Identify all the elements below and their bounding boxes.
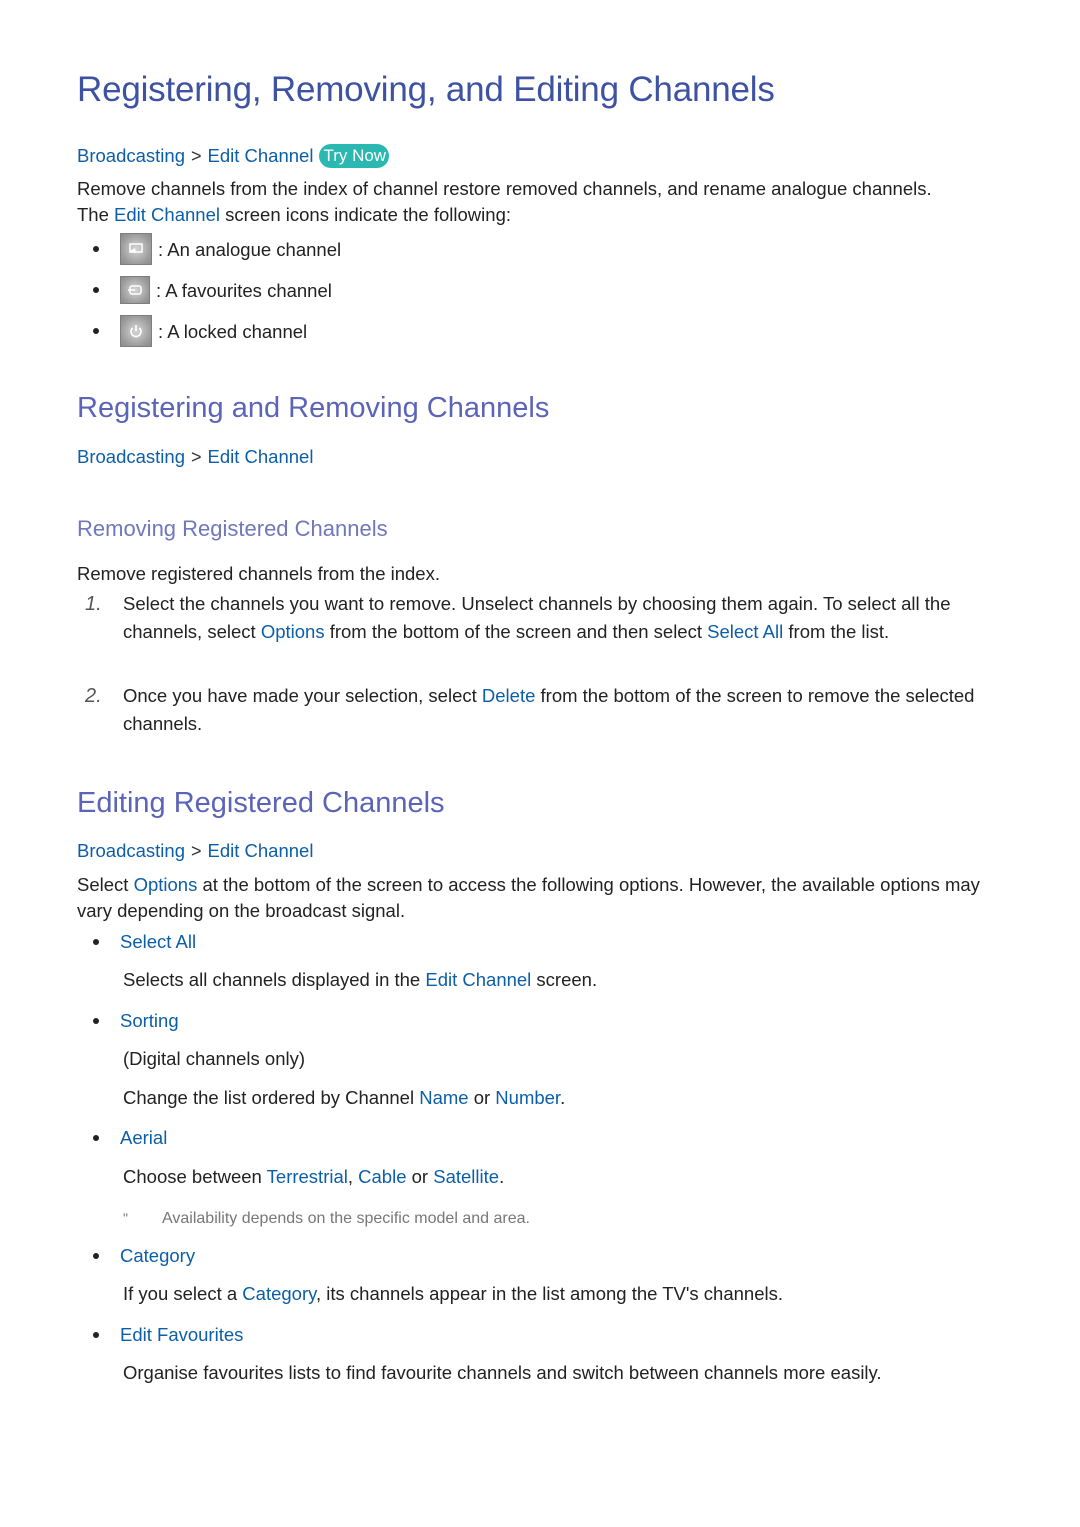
breadcrumb-broadcasting[interactable]: Broadcasting	[77, 446, 185, 468]
option-category-desc: If you select a Category, its channels a…	[123, 1283, 783, 1304]
breadcrumb: Broadcasting > Edit Channel	[77, 840, 313, 862]
bullet	[93, 1018, 99, 1024]
cable-link[interactable]: Cable	[358, 1166, 406, 1187]
favourites-channel-icon	[120, 276, 150, 304]
select-all-link[interactable]: Select All	[707, 621, 783, 642]
name-link[interactable]: Name	[419, 1087, 468, 1108]
availability-note: " Availability depends on the specific mo…	[123, 1210, 530, 1227]
chevron-right-icon: >	[190, 840, 202, 861]
bullet	[93, 328, 99, 334]
breadcrumb: Broadcasting > Edit Channel Try Now	[77, 144, 390, 168]
option-select-all: Select All	[77, 931, 196, 953]
analogue-channel-icon	[120, 233, 152, 265]
satellite-link[interactable]: Satellite	[433, 1166, 499, 1187]
icon-legend-item: : A locked channel	[77, 315, 307, 347]
option-sorting: Sorting	[77, 1010, 179, 1032]
step-1: 1. Select the channels you want to remov…	[85, 593, 951, 642]
bullet	[93, 246, 99, 252]
breadcrumb-edit-channel[interactable]: Edit Channel	[208, 446, 314, 468]
option-edit-favourites: Edit Favourites	[77, 1324, 243, 1346]
intro-paragraph: Remove channels from the index of channe…	[77, 178, 932, 225]
section-heading-registering: Registering and Removing Channels	[77, 392, 550, 424]
bullet	[93, 1135, 99, 1141]
section-heading-editing: Editing Registered Channels	[77, 787, 445, 819]
page-title: Registering, Removing, and Editing Chann…	[77, 70, 775, 109]
bullet	[93, 287, 99, 293]
option-sorting-note: (Digital channels only)	[123, 1048, 306, 1069]
editing-intro: Select Options at the bottom of the scre…	[77, 874, 980, 921]
option-aerial: Aerial	[77, 1127, 167, 1149]
locked-channel-icon	[120, 315, 152, 347]
breadcrumb-edit-channel[interactable]: Edit Channel	[208, 840, 314, 862]
option-aerial-desc: Choose between Terrestrial, Cable or Sat…	[123, 1166, 505, 1187]
delete-link[interactable]: Delete	[482, 685, 535, 706]
edit-channel-link[interactable]: Edit Channel	[114, 204, 220, 225]
bullet	[93, 1332, 99, 1338]
option-edit-favourites-desc: Organise favourites lists to find favour…	[123, 1362, 882, 1383]
chevron-right-icon: >	[190, 446, 202, 467]
edit-channel-link[interactable]: Edit Channel	[425, 969, 531, 990]
removing-intro: Remove registered channels from the inde…	[77, 563, 440, 584]
option-sorting-desc: Change the list ordered by Channel Name …	[123, 1087, 566, 1108]
category-link[interactable]: Category	[242, 1283, 316, 1304]
chevron-right-icon: >	[190, 145, 202, 166]
breadcrumb-broadcasting[interactable]: Broadcasting	[77, 145, 185, 167]
step-2: 2. Once you have made your selection, se…	[85, 685, 975, 734]
number-link[interactable]: Number	[495, 1087, 560, 1108]
bullet	[93, 1253, 99, 1259]
icon-legend-item: : An analogue channel	[77, 233, 341, 265]
breadcrumb: Broadcasting > Edit Channel	[77, 446, 313, 468]
subheading-removing: Removing Registered Channels	[77, 516, 388, 541]
option-select-all-desc: Selects all channels displayed in the Ed…	[123, 969, 598, 990]
bullet	[93, 939, 99, 945]
terrestrial-link[interactable]: Terrestrial	[267, 1166, 348, 1187]
option-category: Category	[77, 1245, 195, 1267]
icon-legend-item: : A favourites channel	[77, 276, 332, 304]
try-now-button[interactable]: Try Now	[319, 144, 390, 168]
options-link[interactable]: Options	[134, 874, 198, 895]
breadcrumb-edit-channel[interactable]: Edit Channel	[208, 145, 314, 167]
note-icon: "	[123, 1210, 128, 1226]
breadcrumb-broadcasting[interactable]: Broadcasting	[77, 840, 185, 862]
options-link[interactable]: Options	[261, 621, 325, 642]
